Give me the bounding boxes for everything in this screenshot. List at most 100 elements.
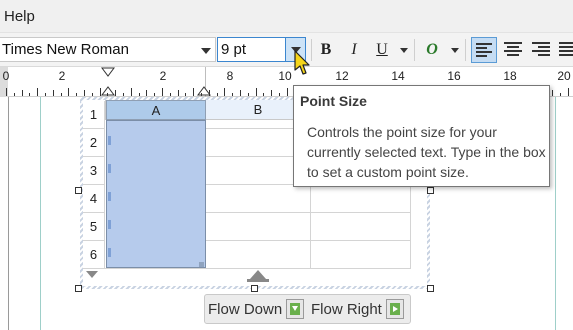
tooltip-body: Controls the point size for your current… [307,124,546,180]
text-effects-arrow-icon[interactable] [451,48,459,53]
table-options-arrow-icon[interactable] [86,271,98,278]
cell-marker [108,248,111,257]
ruler-label: 10 [278,69,292,83]
selected-column-a[interactable] [106,120,206,268]
row-header[interactable]: 2 [83,129,105,157]
app-window: Help Times New Roman 9 pt B I U O 0 2 2 … [0,0,573,330]
grid-line [206,240,411,241]
ruler-tick [240,90,241,96]
italic-button[interactable]: I [344,38,364,62]
ruler-tick [68,88,70,96]
ruler-tick [552,90,553,96]
font-name-value: Times New Roman [2,41,129,58]
ruler-tick [6,88,7,96]
ruler-tick [169,93,171,96]
flow-right-button[interactable]: Flow Right [311,295,404,323]
resize-handle[interactable] [427,187,434,194]
page-edge [8,97,9,330]
align-left-button[interactable] [471,37,497,63]
ruler-tick [208,90,210,96]
point-size-tooltip: Point Size Controls the point size for y… [293,85,550,187]
mouse-cursor-icon [294,50,310,75]
margin-guide [555,97,556,330]
ruler-label: 2 [58,69,66,83]
resize-handle[interactable] [251,285,258,292]
ruler-tick [138,93,140,96]
ruler-label: 8 [226,69,234,83]
ruler-label: 0 [2,69,10,83]
ruler-tick [162,88,163,96]
ruler-tick [45,93,46,96]
resize-handle[interactable] [427,285,434,292]
ruler-tick [115,90,117,96]
flow-right-icon [385,299,404,319]
tooltip-title: Point Size [300,93,367,109]
ruler-tick [154,93,156,96]
cell-marker [108,192,111,201]
row-mover-icon[interactable] [247,270,269,284]
row-header[interactable]: 1 [83,101,105,129]
align-right-button[interactable] [528,37,554,63]
ruler-tick [193,88,195,96]
chevron-down-icon[interactable] [201,48,211,54]
column-header-a[interactable]: A [106,100,206,120]
font-size-combo[interactable]: 9 pt [217,37,306,62]
ruler-label: 20 [557,69,571,83]
flow-right-label: Flow Right [311,300,382,318]
justify-button[interactable] [555,37,573,63]
ruler-tick [255,88,257,96]
cell-resize-grip[interactable] [199,262,204,267]
ruler-tick [107,93,109,96]
ruler-tick [13,93,15,96]
text-effects-button[interactable]: O [422,38,442,62]
align-center-button[interactable] [500,37,526,63]
ruler-tick [263,93,265,96]
ruler-tick [29,93,31,96]
grid-line [83,268,411,269]
ruler-label: 16 [447,69,461,83]
row-header[interactable]: 3 [83,157,105,185]
ruler-tick [37,88,39,96]
menu-help[interactable]: Help [4,8,35,25]
ruler-tick [99,88,101,96]
ruler-tick [201,93,202,96]
cell-marker [108,136,111,145]
flow-down-button[interactable]: Flow Down [208,295,305,323]
row-header[interactable]: 6 [83,241,105,269]
underline-options-arrow-icon[interactable] [400,48,408,53]
ruler-tick [21,90,23,96]
ruler-tick [224,88,226,96]
ruler-tick [216,93,218,96]
row-header[interactable]: 4 [83,185,105,213]
ruler-label: 18 [503,69,517,83]
font-size-value[interactable]: 9 pt [221,41,246,58]
row-header[interactable]: 5 [83,213,105,241]
ruler-tick [60,93,62,96]
ruler-tick [567,88,569,96]
ruler-tick [271,90,273,96]
ruler-tick [146,90,148,96]
resize-handle[interactable] [75,285,82,292]
ruler-tick [52,90,54,96]
ruler-tick [247,93,249,96]
underline-button[interactable]: U [372,38,392,62]
ruler-tick [559,93,561,96]
cell-marker [108,220,111,229]
ruler-tick [84,90,85,96]
cell-marker [108,164,111,173]
margin-guide [40,97,41,330]
menu-bar: Help [0,0,573,33]
ruler-label: 12 [335,69,349,83]
font-name-combo[interactable]: Times New Roman [0,37,216,62]
resize-handle[interactable] [75,187,82,194]
ruler-tick [177,90,179,96]
grid-line [206,212,411,213]
ruler-tick [76,93,78,96]
ruler-tick [91,93,93,96]
ruler-label: 2 [159,69,167,83]
bold-button[interactable]: B [316,38,336,62]
ruler-tick [232,93,234,96]
toolbar-divider [465,39,466,61]
toolbar-divider [414,39,415,61]
text-flow-controls: Flow Down Flow Right [204,294,411,324]
